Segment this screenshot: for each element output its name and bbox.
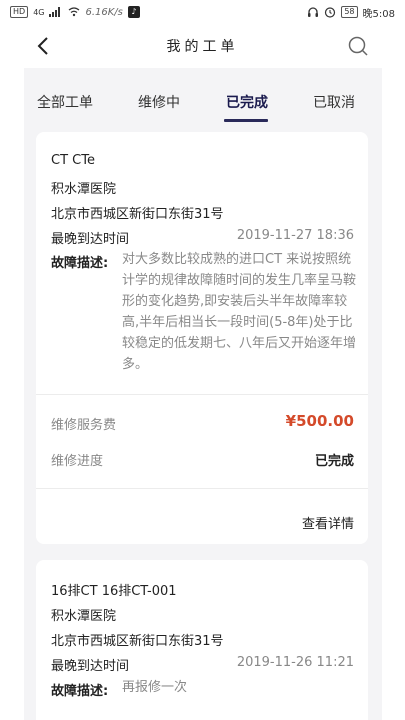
status-time: 晚5:08 [362,8,395,20]
main-content: 全部工单 维修中 已完成 已取消 CT CTe 积水潭医院 北京市西城区新街口东… [24,68,382,720]
progress-value: 已完成 [314,454,354,469]
tab-all-orders[interactable]: 全部工单 [37,92,93,112]
fault-description: 再报修一次 [122,680,188,695]
tab-cancelled[interactable]: 已取消 [313,92,355,112]
status-bar-left: HD 4G 6.16K/s ♪ [10,6,140,18]
hospital-name: 积水潭医院 [51,182,117,197]
hospital-address: 北京市西城区新街口东街31号 [51,207,224,222]
deadline-time: 2019-11-27 18:36 [236,228,354,243]
battery-icon: 58 [341,6,358,18]
deadline-label: 最晚到达时间 [51,659,130,674]
status-bar: HD 4G 6.16K/s ♪ 58 晚5:08 [0,0,405,24]
divider [36,488,368,489]
hospital-name: 积水潭医院 [51,609,117,624]
header: 我的工单 [0,24,405,68]
network-speed: 6.16K/s [85,6,123,18]
page-title: 我的工单 [166,39,239,55]
order-card[interactable]: 16排CT 16排CT-001 积水潭医院 北京市西城区新街口东街31号 最晚到… [36,560,368,720]
deadline-time: 2019-11-26 11:21 [236,655,354,670]
back-arrow-icon[interactable] [34,36,54,56]
fee-label: 维修服务费 [51,418,117,433]
device-name: 16排CT 16排CT-001 [51,584,177,599]
network-badge: HD [10,6,29,18]
alarm-icon [325,7,336,18]
tab-repairing[interactable]: 维修中 [138,92,180,112]
view-details-button[interactable]: 查看详情 [302,513,354,532]
fault-description: 对大多数比较成熟的进口CT 来说按照统计学的规律故障随时间的发生几率呈马鞍形的变… [122,252,357,372]
search-icon[interactable] [347,35,369,57]
active-tab-indicator [224,119,268,122]
divider [36,394,368,395]
fee-value: ¥500.00 [285,412,354,430]
device-name: CT CTe [51,153,95,168]
deadline-label: 最晚到达时间 [51,232,130,247]
order-card[interactable]: CT CTe 积水潭医院 北京市西城区新街口东街31号 最晚到达时间 2019-… [36,132,368,544]
tiktok-icon: ♪ [127,6,140,18]
signal-label: 4G [33,7,45,17]
fault-label: 故障描述: [51,684,109,699]
status-bar-right: 58 晚5:08 [307,5,395,20]
tab-completed[interactable]: 已完成 [226,92,268,112]
hospital-address: 北京市西城区新街口东街31号 [51,634,224,649]
headphone-icon [308,7,319,17]
progress-label: 维修进度 [51,454,104,469]
fault-label: 故障描述: [51,256,109,271]
wifi-icon [69,7,80,17]
signal-icon [49,7,61,17]
tab-bar: 全部工单 维修中 已完成 已取消 [24,68,382,130]
